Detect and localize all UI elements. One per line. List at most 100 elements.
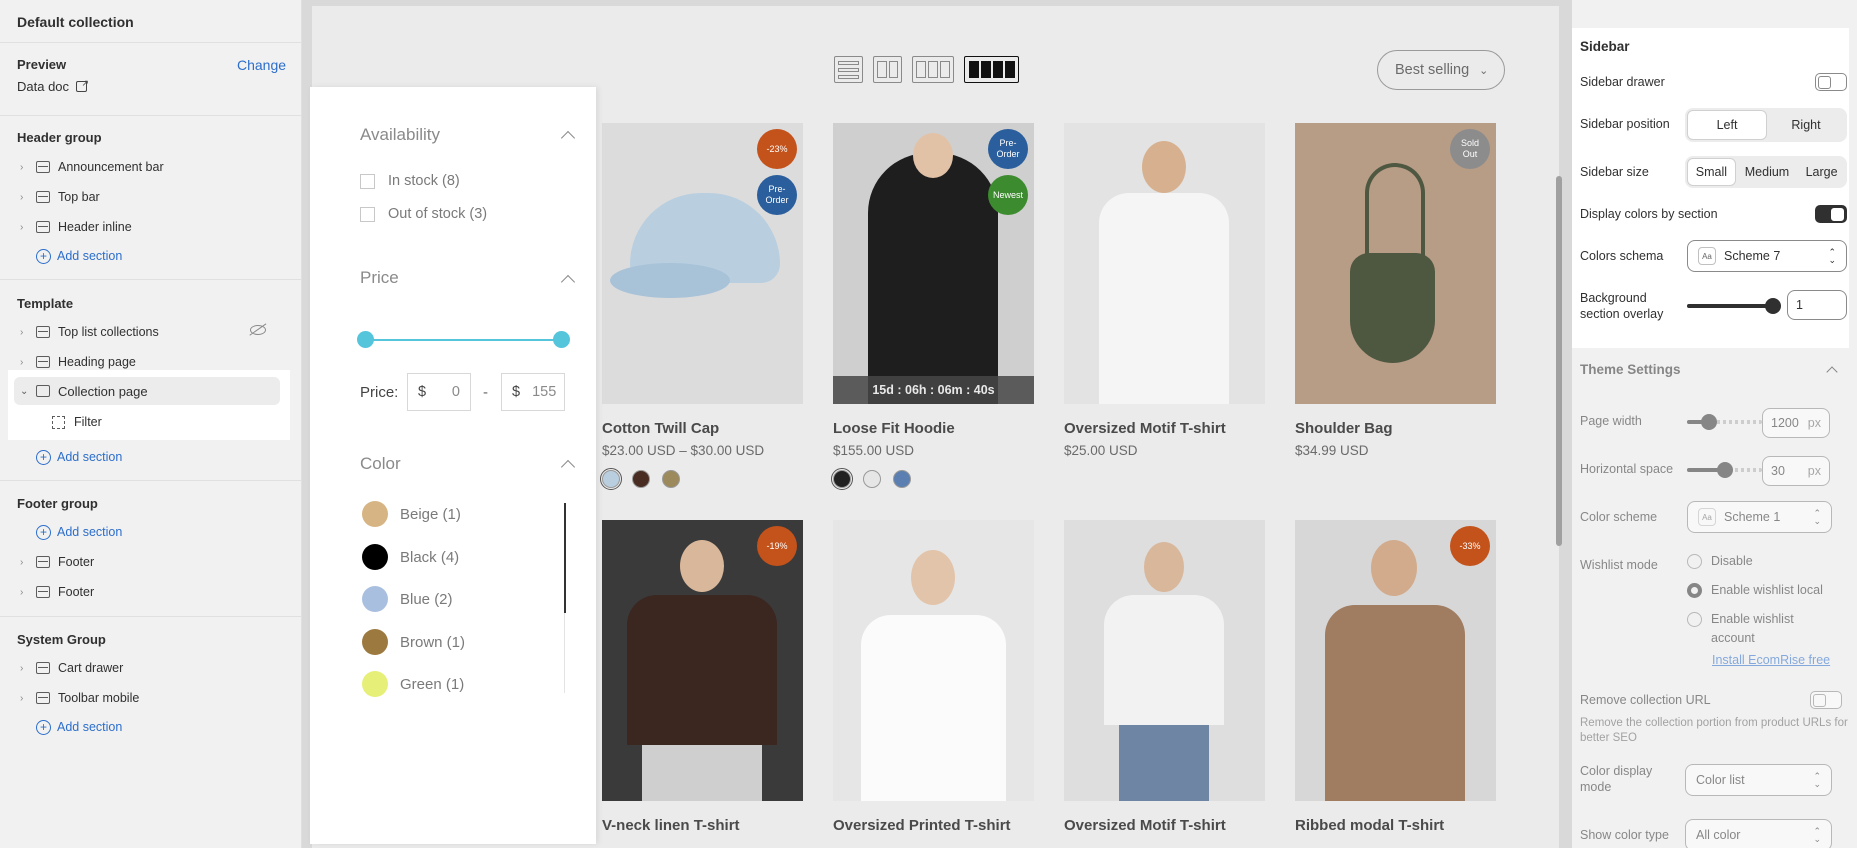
- colors-schema-select[interactable]: Aa Scheme 7 ⌃ ⌄: [1687, 240, 1847, 272]
- product-card[interactable]: -19% V-neck linen T-shirt: [602, 520, 803, 834]
- radio-circle[interactable]: [1687, 612, 1702, 627]
- product-card[interactable]: Sold Out Shoulder Bag $34.99 USD: [1295, 123, 1496, 458]
- color-display-mode-select[interactable]: Color list ⌃ ⌄: [1685, 764, 1832, 796]
- chevron-up-icon[interactable]: [1826, 366, 1838, 378]
- product-name[interactable]: V-neck linen T-shirt: [602, 817, 803, 834]
- slider-handle[interactable]: [1701, 414, 1717, 430]
- color-heading[interactable]: Color: [360, 454, 401, 474]
- add-section-button[interactable]: + Add section: [36, 447, 122, 467]
- horizontal-space-slider[interactable]: [1687, 462, 1762, 478]
- chevron-up-icon[interactable]: [560, 274, 576, 290]
- show-color-type-select[interactable]: All color ⌃ ⌄: [1685, 819, 1832, 848]
- size-large-option[interactable]: Large: [1798, 158, 1845, 186]
- eye-hidden-icon[interactable]: [249, 323, 267, 337]
- product-image[interactable]: -19%: [602, 520, 803, 801]
- product-image[interactable]: -23% Pre- Order: [602, 123, 803, 404]
- filter-out-of-stock[interactable]: Out of stock (3): [360, 206, 487, 222]
- section-top-list-collections[interactable]: › Top list collections: [20, 321, 280, 343]
- price-heading[interactable]: Price: [360, 268, 399, 288]
- change-link[interactable]: Change: [237, 57, 286, 73]
- wishlist-local-radio[interactable]: Enable wishlist local: [1687, 581, 1823, 600]
- product-image[interactable]: [1064, 123, 1265, 404]
- section-top-bar[interactable]: › Top bar: [20, 186, 280, 208]
- sort-select[interactable]: Best selling ⌄: [1377, 50, 1505, 90]
- sidebar-drawer-toggle[interactable]: [1815, 73, 1847, 91]
- block-filter[interactable]: Filter: [52, 415, 102, 429]
- color-filter-black[interactable]: Black (4): [362, 544, 459, 570]
- product-name[interactable]: Oversized Printed T-shirt: [833, 817, 1034, 834]
- swatch[interactable]: [831, 468, 853, 490]
- slider-handle[interactable]: [1765, 298, 1781, 314]
- bg-overlay-slider[interactable]: [1687, 298, 1781, 314]
- product-image[interactable]: [1064, 520, 1265, 801]
- product-card[interactable]: Oversized Printed T-shirt: [833, 520, 1034, 834]
- checkbox[interactable]: [360, 173, 375, 189]
- size-small-option[interactable]: Small: [1687, 158, 1736, 186]
- position-right-option[interactable]: Right: [1767, 110, 1845, 140]
- theme-settings-title[interactable]: Theme Settings: [1580, 362, 1681, 377]
- page-width-slider[interactable]: [1687, 414, 1762, 430]
- color-filter-beige[interactable]: Beige (1): [362, 501, 461, 527]
- swatch[interactable]: [632, 470, 650, 488]
- wishlist-account-radio[interactable]: Enable wishlist account: [1687, 610, 1827, 648]
- section-footer[interactable]: › Footer: [20, 551, 280, 573]
- product-image[interactable]: [833, 520, 1034, 801]
- slider-handle[interactable]: [1717, 462, 1733, 478]
- swatch[interactable]: [662, 470, 680, 488]
- price-max-handle[interactable]: [553, 331, 570, 348]
- product-image[interactable]: Pre- Order Newest 15d : 06h : 06m : 40s: [833, 123, 1034, 404]
- product-name[interactable]: Loose Fit Hoodie: [833, 420, 1034, 437]
- section-toolbar-mobile[interactable]: › Toolbar mobile: [20, 687, 280, 709]
- product-image[interactable]: -33%: [1295, 520, 1496, 801]
- view-list-button[interactable]: [834, 56, 863, 83]
- chevron-up-icon[interactable]: [560, 130, 576, 146]
- add-section-button[interactable]: + Add section: [36, 246, 122, 266]
- filter-in-stock[interactable]: In stock (8): [360, 173, 460, 189]
- product-image[interactable]: Sold Out: [1295, 123, 1496, 404]
- view-2-columns-button[interactable]: [873, 56, 902, 83]
- remove-url-toggle[interactable]: [1810, 691, 1842, 709]
- color-filter-brown[interactable]: Brown (1): [362, 629, 465, 655]
- product-name[interactable]: Oversized Motif T-shirt: [1064, 817, 1265, 834]
- product-name[interactable]: Ribbed modal T-shirt: [1295, 817, 1496, 834]
- size-medium-option[interactable]: Medium: [1736, 158, 1798, 186]
- display-colors-toggle[interactable]: [1815, 205, 1847, 223]
- product-name[interactable]: Oversized Motif T-shirt: [1064, 420, 1265, 437]
- product-card[interactable]: -23% Pre- Order Cotton Twill Cap $23.00 …: [600, 123, 803, 490]
- price-range-track[interactable]: [365, 339, 560, 341]
- horizontal-space-input[interactable]: 30 px: [1762, 456, 1830, 486]
- view-4-columns-button[interactable]: [964, 56, 1019, 83]
- preview-data-doc[interactable]: Data doc ↗: [17, 78, 89, 94]
- price-min-input[interactable]: $0: [407, 373, 471, 411]
- install-ecomrise-link[interactable]: Install EcomRise free: [1712, 653, 1830, 667]
- view-3-columns-button[interactable]: [912, 56, 954, 83]
- section-footer[interactable]: › Footer: [20, 581, 280, 603]
- price-min-handle[interactable]: [357, 331, 374, 348]
- product-card[interactable]: Oversized Motif T-shirt $25.00 USD: [1064, 123, 1265, 458]
- add-section-button[interactable]: + Add section: [36, 717, 122, 737]
- color-filter-blue[interactable]: Blue (2): [362, 586, 453, 612]
- product-card[interactable]: Oversized Motif T-shirt: [1064, 520, 1265, 834]
- chevron-up-icon[interactable]: [560, 459, 576, 475]
- section-collection-page[interactable]: ⌄ Collection page: [14, 377, 280, 405]
- swatch[interactable]: [863, 470, 881, 488]
- bg-overlay-input[interactable]: 1: [1787, 290, 1847, 320]
- section-announcement-bar[interactable]: › Announcement bar: [20, 156, 280, 178]
- color-scheme-select[interactable]: Aa Scheme 1 ⌃ ⌄: [1687, 501, 1832, 533]
- product-name[interactable]: Cotton Twill Cap: [602, 420, 803, 437]
- color-list-scrollbar[interactable]: [564, 503, 566, 613]
- page-width-input[interactable]: 1200 px: [1762, 408, 1830, 438]
- checkbox[interactable]: [360, 206, 375, 222]
- availability-heading[interactable]: Availability: [360, 125, 440, 145]
- product-card[interactable]: -33% Ribbed modal T-shirt: [1295, 520, 1496, 834]
- section-header-inline[interactable]: › Header inline: [20, 216, 280, 238]
- price-max-input[interactable]: $155: [501, 373, 565, 411]
- product-card[interactable]: Pre- Order Newest 15d : 06h : 06m : 40s …: [831, 123, 1034, 490]
- swatch[interactable]: [600, 468, 622, 490]
- preview-scrollbar[interactable]: [1556, 176, 1562, 546]
- section-cart-drawer[interactable]: › Cart drawer: [20, 657, 280, 679]
- color-filter-green[interactable]: Green (1): [362, 671, 464, 697]
- swatch[interactable]: [893, 470, 911, 488]
- position-left-option[interactable]: Left: [1687, 110, 1767, 140]
- add-section-button[interactable]: + Add section: [36, 522, 122, 542]
